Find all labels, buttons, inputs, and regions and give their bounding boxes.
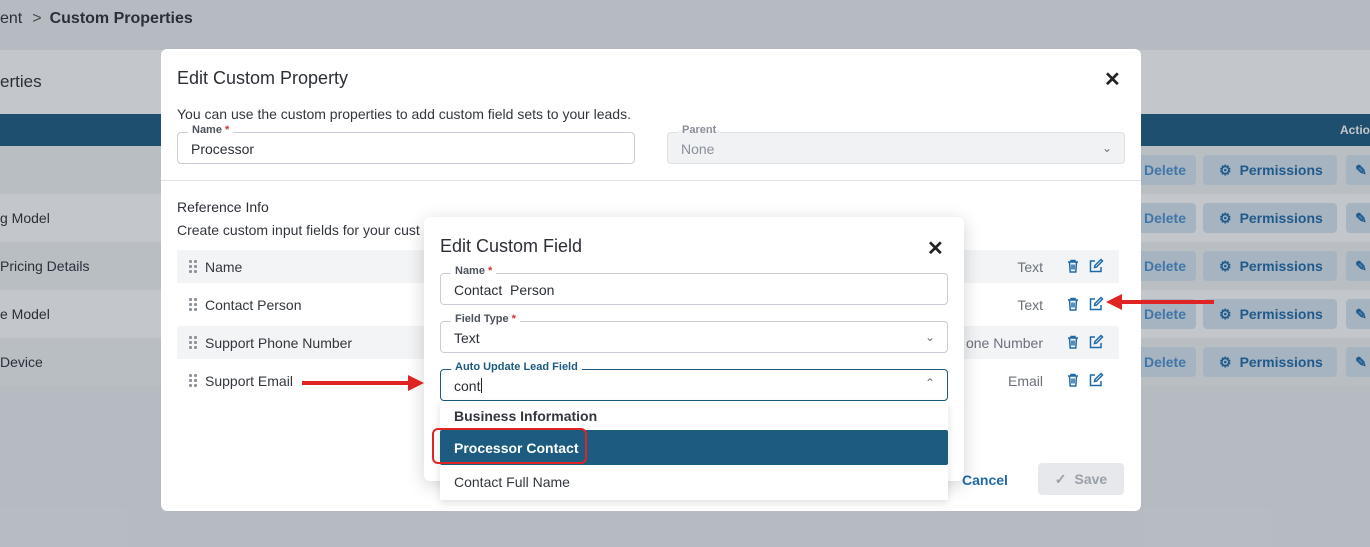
field-label: Parent: [678, 124, 721, 136]
auto-update-lead-field-select[interactable]: Auto Update Lead Field cont ⌃: [440, 361, 948, 401]
trash-icon[interactable]: [1065, 258, 1081, 274]
annotation-arrow: [302, 375, 424, 391]
property-name-field[interactable]: Name * Processor: [177, 124, 635, 164]
modal-description: You can use the custom properties to add…: [177, 106, 631, 122]
option-group-label: Business Information: [454, 408, 598, 424]
edit-icon[interactable]: [1088, 334, 1104, 350]
custom-field-name: Name: [205, 259, 243, 275]
edit-icon[interactable]: [1088, 258, 1104, 274]
field-label: Auto Update Lead Field: [451, 361, 582, 373]
save-button[interactable]: ✓ Save: [1038, 463, 1124, 495]
drag-handle-icon[interactable]: [189, 298, 198, 311]
field-type-select[interactable]: Field Type * Text ⌄: [440, 313, 948, 353]
chevron-down-icon: ⌄: [924, 330, 935, 344]
annotation-arrow: [1106, 294, 1214, 310]
edit-icon[interactable]: [1088, 296, 1104, 312]
parent-select: Parent None ⌄: [667, 124, 1125, 164]
highlight-box: [432, 428, 587, 464]
custom-field-type: Text: [1017, 259, 1043, 275]
modal-title: Edit Custom Field: [440, 236, 583, 256]
reference-info-title: Reference Info: [177, 199, 269, 215]
drag-handle-icon[interactable]: [189, 374, 198, 387]
dropdown-option[interactable]: Contact Full Name: [454, 474, 570, 490]
property-name-value[interactable]: Processor: [191, 141, 254, 157]
custom-field-name: Support Email: [205, 373, 293, 389]
field-type-value: Text: [454, 330, 480, 346]
edit-icon[interactable]: [1088, 372, 1104, 388]
cancel-button[interactable]: Cancel: [962, 472, 1008, 488]
auto-update-search-input[interactable]: cont: [454, 378, 483, 394]
close-icon[interactable]: ✕: [927, 239, 944, 259]
check-icon: ✓: [1054, 470, 1067, 487]
field-name-input[interactable]: Name * Contact Person: [440, 265, 948, 305]
trash-icon[interactable]: [1065, 296, 1081, 312]
custom-field-type: Text: [1017, 297, 1043, 313]
field-name-value[interactable]: Contact Person: [454, 282, 554, 298]
divider: [161, 180, 1141, 181]
field-label: Name *: [451, 265, 497, 277]
drag-handle-icon[interactable]: [189, 260, 198, 273]
field-label: Name *: [188, 124, 234, 136]
drag-handle-icon[interactable]: [189, 336, 198, 349]
reference-info-description: Create custom input fields for your cust: [177, 222, 420, 238]
chevron-up-icon: ⌃: [924, 376, 935, 390]
custom-field-type: Email: [1007, 373, 1043, 389]
modal-title: Edit Custom Property: [177, 68, 349, 88]
trash-icon[interactable]: [1065, 372, 1081, 388]
custom-field-name: Support Phone Number: [205, 335, 353, 351]
chevron-down-icon: ⌄: [1101, 141, 1112, 155]
trash-icon[interactable]: [1065, 334, 1081, 350]
close-icon[interactable]: ✕: [1104, 70, 1121, 90]
save-label: Save: [1074, 471, 1108, 487]
parent-value: None: [681, 141, 715, 157]
custom-field-type: one Number: [965, 335, 1043, 351]
custom-field-name: Contact Person: [205, 297, 302, 313]
field-label: Field Type *: [451, 313, 520, 325]
